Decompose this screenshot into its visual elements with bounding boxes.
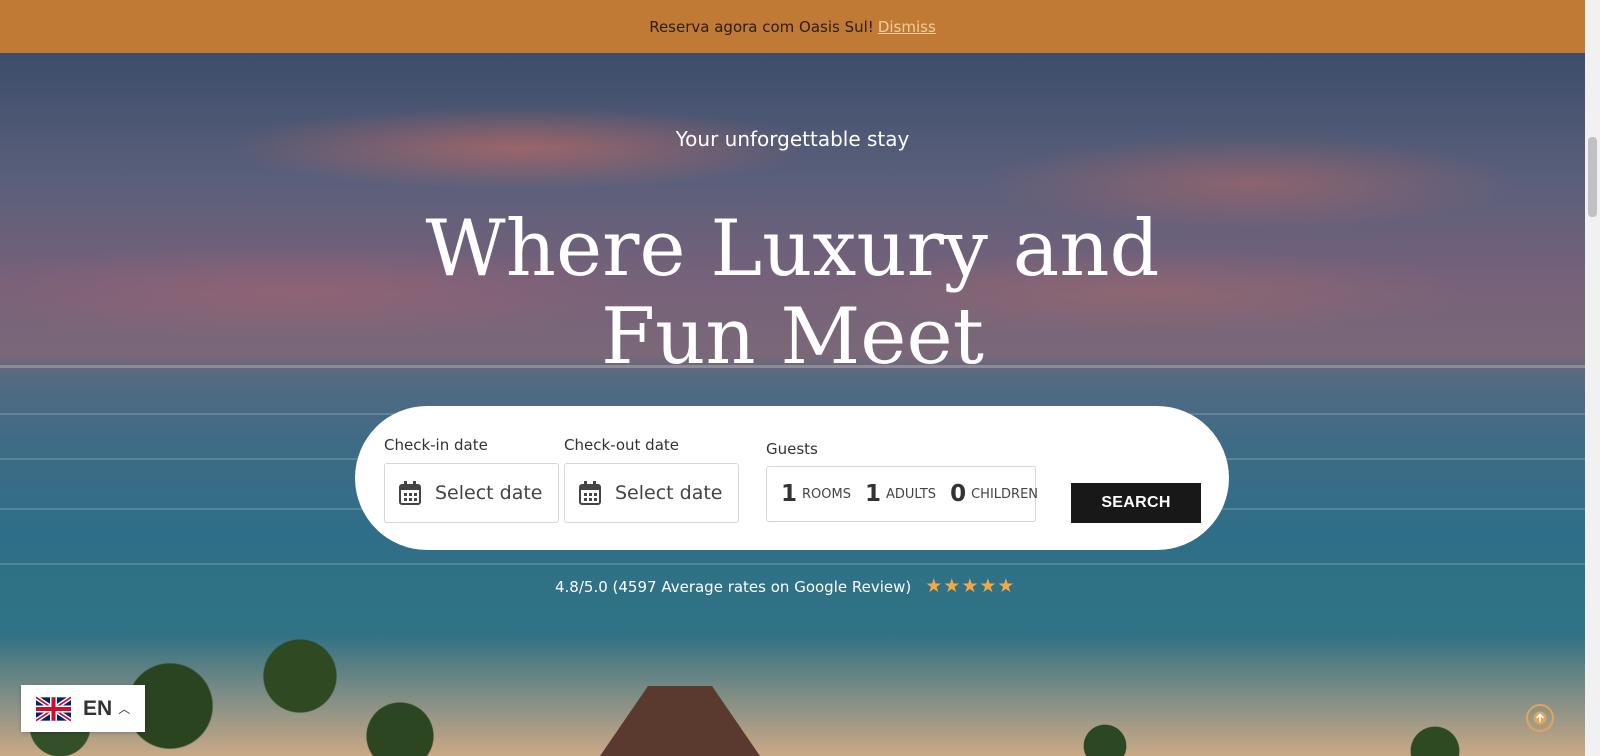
guests-selector[interactable]: 1 ROOMS 1 ADULTS 0 CHILDREN (766, 466, 1039, 522)
chevron-up-icon: ︿ (118, 702, 131, 716)
children-count: 0 (950, 481, 967, 507)
scroll-to-top-button[interactable] (1526, 704, 1554, 732)
arrow-up-icon (1533, 711, 1547, 725)
dismiss-link[interactable]: Dismiss (878, 18, 936, 36)
star-icon: ★ (943, 575, 961, 597)
hero-headline: Where Luxury and Fun Meet (425, 204, 1160, 382)
wave (0, 563, 1585, 565)
adults-count: 1 (864, 481, 881, 507)
search-button[interactable]: SEARCH (1071, 483, 1201, 523)
guests-label: Guests (766, 440, 818, 458)
scrollbar-thumb[interactable] (1588, 137, 1597, 217)
checkout-label: Check-out date (564, 436, 679, 454)
calendar-icon (399, 481, 421, 505)
announcement-bar: Reserva agora com Oasis Sul! Dismiss (0, 0, 1585, 53)
checkout-date-field[interactable]: Select date (564, 463, 739, 523)
rooms-count: 1 (781, 481, 798, 507)
language-code: EN (83, 696, 113, 720)
checkin-placeholder: Select date (435, 482, 543, 504)
children-label: CHILDREN (971, 486, 1039, 502)
language-selector[interactable]: EN ︿ (21, 685, 145, 732)
trees-right (965, 676, 1585, 756)
star-rating: ★ ★ ★ ★ ★ (925, 577, 1014, 596)
announcement-text: Reserva agora com Oasis Sul! (649, 17, 874, 36)
page-scrollbar[interactable] (1585, 0, 1600, 756)
uk-flag-icon (36, 695, 71, 722)
booking-form: Check-in date Select date Check-out date… (355, 406, 1229, 550)
rating-text: 4.8/5.0 (4597 Average rates on Google Re… (555, 577, 912, 596)
hero-tagline: Your unforgettable stay (675, 127, 910, 151)
star-icon: ★ (979, 575, 997, 597)
rating-summary: 4.8/5.0 (4597 Average rates on Google Re… (555, 577, 1014, 596)
star-icon: ★ (961, 575, 979, 597)
star-icon: ★ (997, 575, 1015, 597)
checkout-placeholder: Select date (615, 482, 723, 504)
checkin-label: Check-in date (384, 436, 488, 454)
adults-label: ADULTS (886, 486, 937, 502)
rooms-label: ROOMS (802, 486, 851, 502)
hero-background (0, 53, 1585, 756)
calendar-icon (579, 481, 601, 505)
checkin-date-field[interactable]: Select date (384, 463, 559, 523)
star-icon: ★ (925, 575, 943, 597)
